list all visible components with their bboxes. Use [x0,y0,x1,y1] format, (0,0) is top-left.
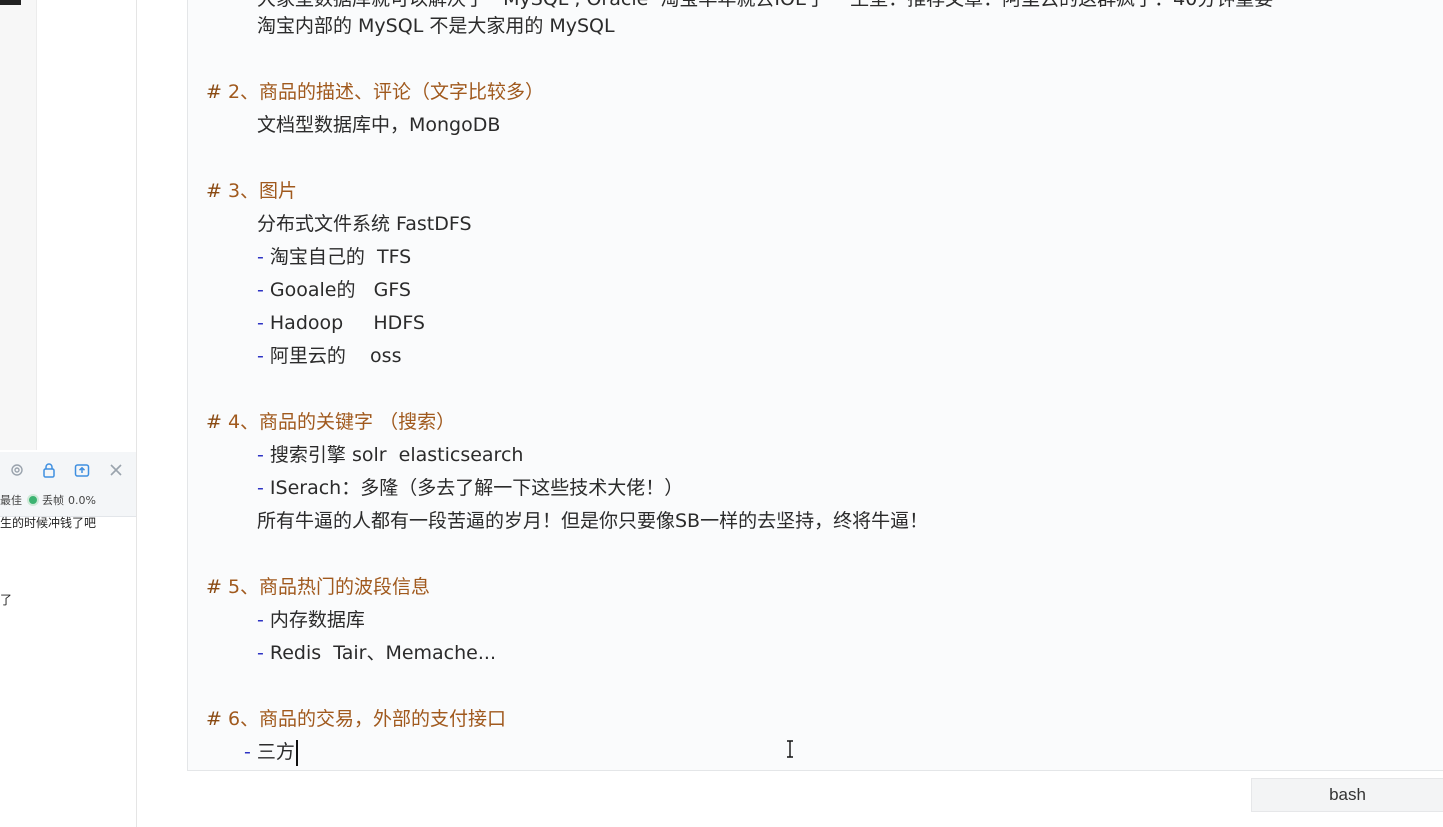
editor-heading: # 5、商品热门的波段信息 [206,571,430,604]
list-text: 阿里云的 oss [263,345,402,367]
heading-text: 6、商品的交易，外部的支付接口 [221,708,507,730]
editor-heading: # 6、商品的交易，外部的支付接口 [206,703,506,736]
text-caret [295,739,298,766]
frame-drop-value: 0.0% [68,493,96,507]
list-dash: - [257,246,264,268]
list-dash: - [244,741,251,763]
terminal-tab-label: bash [1329,785,1366,804]
frame-drop-label: 丢帧 [42,494,64,507]
list-dash: - [257,312,264,334]
editor-list-item: - 阿里云的 oss [257,340,401,373]
list-dash: - [257,609,264,631]
list-text: Hadoop HDFS [263,312,425,334]
list-text: Redis Tair、Memache... [263,642,496,664]
editor-list-item: - 淘宝自己的 TFS [257,241,411,274]
screen: 最佳 丢帧 0.0% 生的时候冲钱了吧 了 大家型数据库就可以解决了 MySQL… [0,0,1443,827]
stream-status: 最佳 丢帧 0.0% [0,490,96,510]
list-text: 淘宝自己的 TFS [263,246,412,268]
editor-list-item: - Hadoop HDFS [257,307,425,340]
list-text: 内存数据库 [263,609,365,631]
editor-heading: # 2、商品的描述、评论（文字比较多） [206,76,544,109]
heading-hash: # [206,708,222,730]
share-icon[interactable] [73,461,91,479]
list-text: ISerach：多隆（多去了解一下这些技术大佬！） [263,477,684,499]
ibeam-cursor-icon [787,740,793,758]
terminal-tab-bash[interactable]: bash [1251,778,1443,812]
chat-message: 了 [0,593,13,607]
list-dash: - [257,345,264,367]
heading-text: 4、商品的关键字 （搜索） [221,411,456,433]
heading-hash: # [206,411,222,433]
heading-text: 5、商品热门的波段信息 [221,576,431,598]
code-editor[interactable]: 大家型数据库就可以解决了 MySQL , Oracle 淘宝早年就去IOE了 王… [187,0,1443,771]
list-text: Gooale的 GFS [263,279,411,301]
list-dash: - [257,477,264,499]
editor-heading: # 3、图片 [206,175,297,208]
lock-icon[interactable] [40,461,58,479]
editor-list-item: - ISerach：多隆（多去了解一下这些技术大佬！） [257,472,683,505]
editor-line: 分布式文件系统 FastDFS [257,213,472,235]
editor-heading: # 4、商品的关键字 （搜索） [206,406,455,439]
status-indicator-icon [27,494,39,506]
list-text: 搜索引擎 solr elasticsearch [263,444,524,466]
heading-text: 2、商品的描述、评论（文字比较多） [221,81,545,103]
list-dash: - [257,444,264,466]
streaming-toolbar: 最佳 丢帧 0.0% [0,452,136,517]
heading-hash: # [206,576,222,598]
list-dash: - [257,279,264,301]
heading-hash: # [206,81,222,103]
chat-message: 生的时候冲钱了吧 [0,516,97,530]
gear-icon[interactable] [8,461,26,479]
editor-list-item: - 内存数据库 [257,604,365,637]
editor-line: 文档型数据库中，MongoDB [257,114,501,136]
heading-hash: # [206,180,222,202]
editor-list-item: - Gooale的 GFS [257,274,411,307]
editor-line: 所有牛逼的人都有一段苦逼的岁月！但是你只要像SB一样的去坚持，终将牛逼！ [257,510,929,532]
close-icon[interactable] [107,461,125,479]
editor-list-item: - 三方 [244,736,298,769]
list-dash: - [257,642,264,664]
heading-text: 3、图片 [221,180,298,202]
chat-panel: 最佳 丢帧 0.0% 生的时候冲钱了吧 了 [0,0,137,827]
editor-list-item: - Redis Tair、Memache... [257,637,496,670]
stream-quality-label: 最佳 [0,494,22,507]
editor-line: 淘宝内部的 MySQL 不是大家用的 MySQL [257,15,615,37]
list-text: 三方 [250,741,295,763]
editor-list-item: - 搜索引擎 solr elasticsearch [257,439,523,472]
